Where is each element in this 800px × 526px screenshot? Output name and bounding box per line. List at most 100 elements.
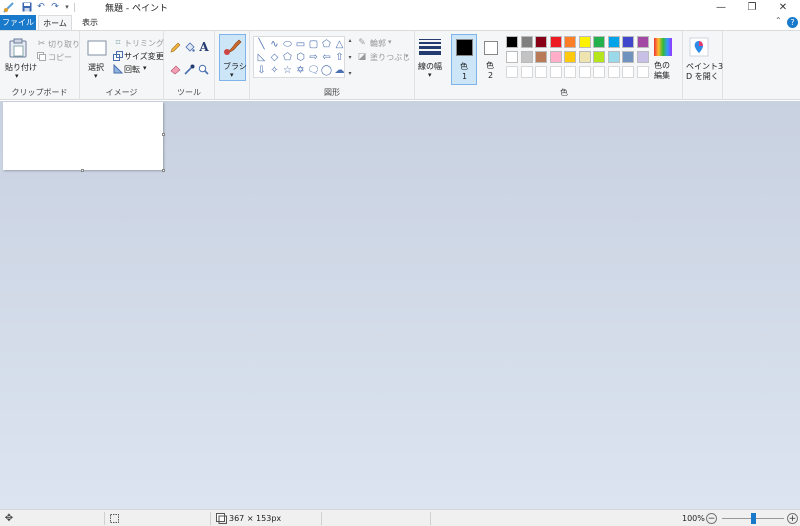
color-swatch[interactable] bbox=[607, 36, 620, 48]
close-button[interactable]: ✕ bbox=[768, 0, 798, 15]
cut-button[interactable]: 切り取り bbox=[48, 39, 80, 50]
color-swatch[interactable] bbox=[578, 36, 591, 48]
paste-button[interactable]: 貼り付け bbox=[5, 62, 37, 73]
copy-button[interactable]: コピー bbox=[48, 52, 72, 63]
six-point-star-shape-icon[interactable]: ✡ bbox=[295, 65, 306, 76]
customize-qat-icon[interactable]: ▾ bbox=[61, 1, 73, 13]
tab-view[interactable]: 表示 bbox=[78, 15, 102, 30]
color-swatch[interactable] bbox=[636, 66, 649, 78]
color-swatch[interactable] bbox=[578, 51, 591, 63]
color-swatch[interactable] bbox=[520, 66, 533, 78]
color-swatch[interactable] bbox=[636, 36, 649, 48]
redo-icon[interactable]: ↷ bbox=[49, 1, 61, 13]
color-swatch[interactable] bbox=[622, 36, 634, 48]
oval-shape-icon[interactable]: ⬭ bbox=[282, 39, 293, 50]
rotate-button[interactable]: 回転 bbox=[124, 64, 140, 75]
zoom-out-button[interactable]: − bbox=[706, 513, 717, 524]
crop-button[interactable]: トリミング bbox=[124, 38, 164, 49]
color-swatch[interactable] bbox=[549, 66, 562, 78]
paint-app-icon[interactable] bbox=[2, 1, 14, 13]
paint3d-icon[interactable] bbox=[689, 37, 709, 57]
restore-button[interactable]: ❐ bbox=[737, 0, 767, 15]
edit-colors-icon[interactable] bbox=[654, 38, 672, 56]
color-swatch[interactable] bbox=[636, 51, 649, 63]
color-swatch[interactable] bbox=[564, 66, 576, 78]
rounded-rectangle-shape-icon[interactable]: ▢ bbox=[308, 39, 319, 50]
color-swatch[interactable] bbox=[564, 51, 576, 63]
color-swatch[interactable] bbox=[593, 36, 605, 48]
fill-bucket-icon[interactable] bbox=[184, 42, 195, 53]
shapes-scroll[interactable]: ▴ ▾ ▾ bbox=[347, 37, 353, 77]
brushes-button[interactable]: ブラシ ▾ bbox=[219, 34, 247, 81]
save-icon[interactable] bbox=[21, 1, 33, 13]
paste-dropdown-icon[interactable]: ▾ bbox=[15, 72, 19, 80]
color-swatch[interactable] bbox=[535, 66, 547, 78]
zoom-in-button[interactable]: + bbox=[787, 513, 798, 524]
fill-dropdown-icon[interactable]: ▾ bbox=[405, 52, 409, 60]
color-swatch[interactable] bbox=[506, 51, 518, 63]
rotate-dropdown-icon[interactable]: ▾ bbox=[143, 64, 147, 72]
color-swatch[interactable] bbox=[578, 66, 591, 78]
color-swatch[interactable] bbox=[622, 66, 634, 78]
color-swatch[interactable] bbox=[506, 66, 518, 78]
zoom-slider-thumb[interactable] bbox=[750, 513, 756, 524]
five-point-star-shape-icon[interactable]: ☆ bbox=[282, 65, 293, 76]
drawing-canvas[interactable] bbox=[3, 102, 165, 172]
tab-file[interactable]: ファイル bbox=[0, 15, 36, 30]
paste-icon[interactable] bbox=[8, 37, 28, 59]
color-swatch[interactable] bbox=[607, 66, 620, 78]
collapse-ribbon-icon[interactable]: ⌃ bbox=[775, 16, 782, 25]
right-triangle-shape-icon[interactable]: ◺ bbox=[256, 52, 267, 63]
eraser-icon[interactable] bbox=[170, 64, 181, 75]
line-width-dropdown-icon[interactable]: ▾ bbox=[428, 71, 432, 79]
pencil-icon[interactable] bbox=[170, 42, 181, 53]
diamond-shape-icon[interactable]: ◇ bbox=[269, 52, 280, 63]
color-picker-icon[interactable] bbox=[184, 64, 195, 75]
color1-button[interactable]: 色 1 bbox=[451, 34, 477, 85]
color-swatch[interactable] bbox=[535, 36, 547, 48]
cloud-callout-shape-icon[interactable]: ☁ bbox=[334, 65, 345, 76]
help-icon[interactable]: ? bbox=[787, 17, 798, 28]
color2-button[interactable]: 色 2 bbox=[480, 34, 502, 85]
color-swatch[interactable] bbox=[520, 36, 533, 48]
line-width-icon[interactable] bbox=[419, 39, 441, 55]
undo-icon[interactable]: ↶ bbox=[35, 1, 47, 13]
pentagon-shape-icon[interactable]: ⬠ bbox=[282, 52, 293, 63]
rounded-callout-shape-icon[interactable]: 🗨 bbox=[307, 65, 320, 76]
line-shape-icon[interactable]: ╲ bbox=[256, 39, 267, 50]
curve-shape-icon[interactable]: ∿ bbox=[269, 39, 280, 50]
text-tool-icon[interactable]: A bbox=[198, 40, 210, 54]
outline-button[interactable]: 輪郭 bbox=[370, 38, 386, 49]
outline-dropdown-icon[interactable]: ▾ bbox=[388, 38, 392, 46]
four-point-star-shape-icon[interactable]: ✧ bbox=[269, 65, 280, 76]
color-swatch[interactable] bbox=[520, 51, 533, 63]
canvas-resize-handle-right[interactable] bbox=[162, 133, 165, 136]
canvas-resize-handle-bottom[interactable] bbox=[81, 169, 84, 172]
rectangle-shape-icon[interactable]: ▭ bbox=[295, 39, 306, 50]
color-swatch[interactable] bbox=[549, 51, 562, 63]
triangle-shape-icon[interactable]: △ bbox=[334, 39, 345, 50]
oval-callout-shape-icon[interactable]: ◯ bbox=[321, 65, 332, 76]
right-arrow-shape-icon[interactable]: ⇨ bbox=[308, 52, 319, 63]
resize-button[interactable]: サイズ変更 bbox=[124, 51, 164, 62]
magnifier-icon[interactable] bbox=[198, 64, 209, 75]
tab-home[interactable]: ホーム bbox=[38, 15, 72, 31]
left-arrow-shape-icon[interactable]: ⇦ bbox=[321, 52, 332, 63]
select-dropdown-icon[interactable]: ▾ bbox=[94, 72, 98, 80]
color-swatch[interactable] bbox=[549, 36, 562, 48]
color-swatch[interactable] bbox=[622, 51, 634, 63]
color-swatch[interactable] bbox=[607, 51, 620, 63]
color-swatch[interactable] bbox=[506, 36, 518, 48]
color-swatch[interactable] bbox=[593, 66, 605, 78]
down-arrow-shape-icon[interactable]: ⇩ bbox=[256, 65, 267, 76]
canvas-resize-handle-corner[interactable] bbox=[162, 169, 165, 172]
color-swatch[interactable] bbox=[535, 51, 547, 63]
minimize-button[interactable]: — bbox=[706, 0, 736, 15]
up-arrow-shape-icon[interactable]: ⇧ bbox=[334, 52, 345, 63]
paint3d-label-2[interactable]: D を開く bbox=[686, 71, 719, 82]
color-swatch[interactable] bbox=[564, 36, 576, 48]
edit-colors-label-2[interactable]: 編集 bbox=[654, 70, 670, 81]
select-icon[interactable] bbox=[87, 39, 107, 56]
color-swatch[interactable] bbox=[593, 51, 605, 63]
hexagon-shape-icon[interactable]: ⬡ bbox=[295, 52, 306, 63]
